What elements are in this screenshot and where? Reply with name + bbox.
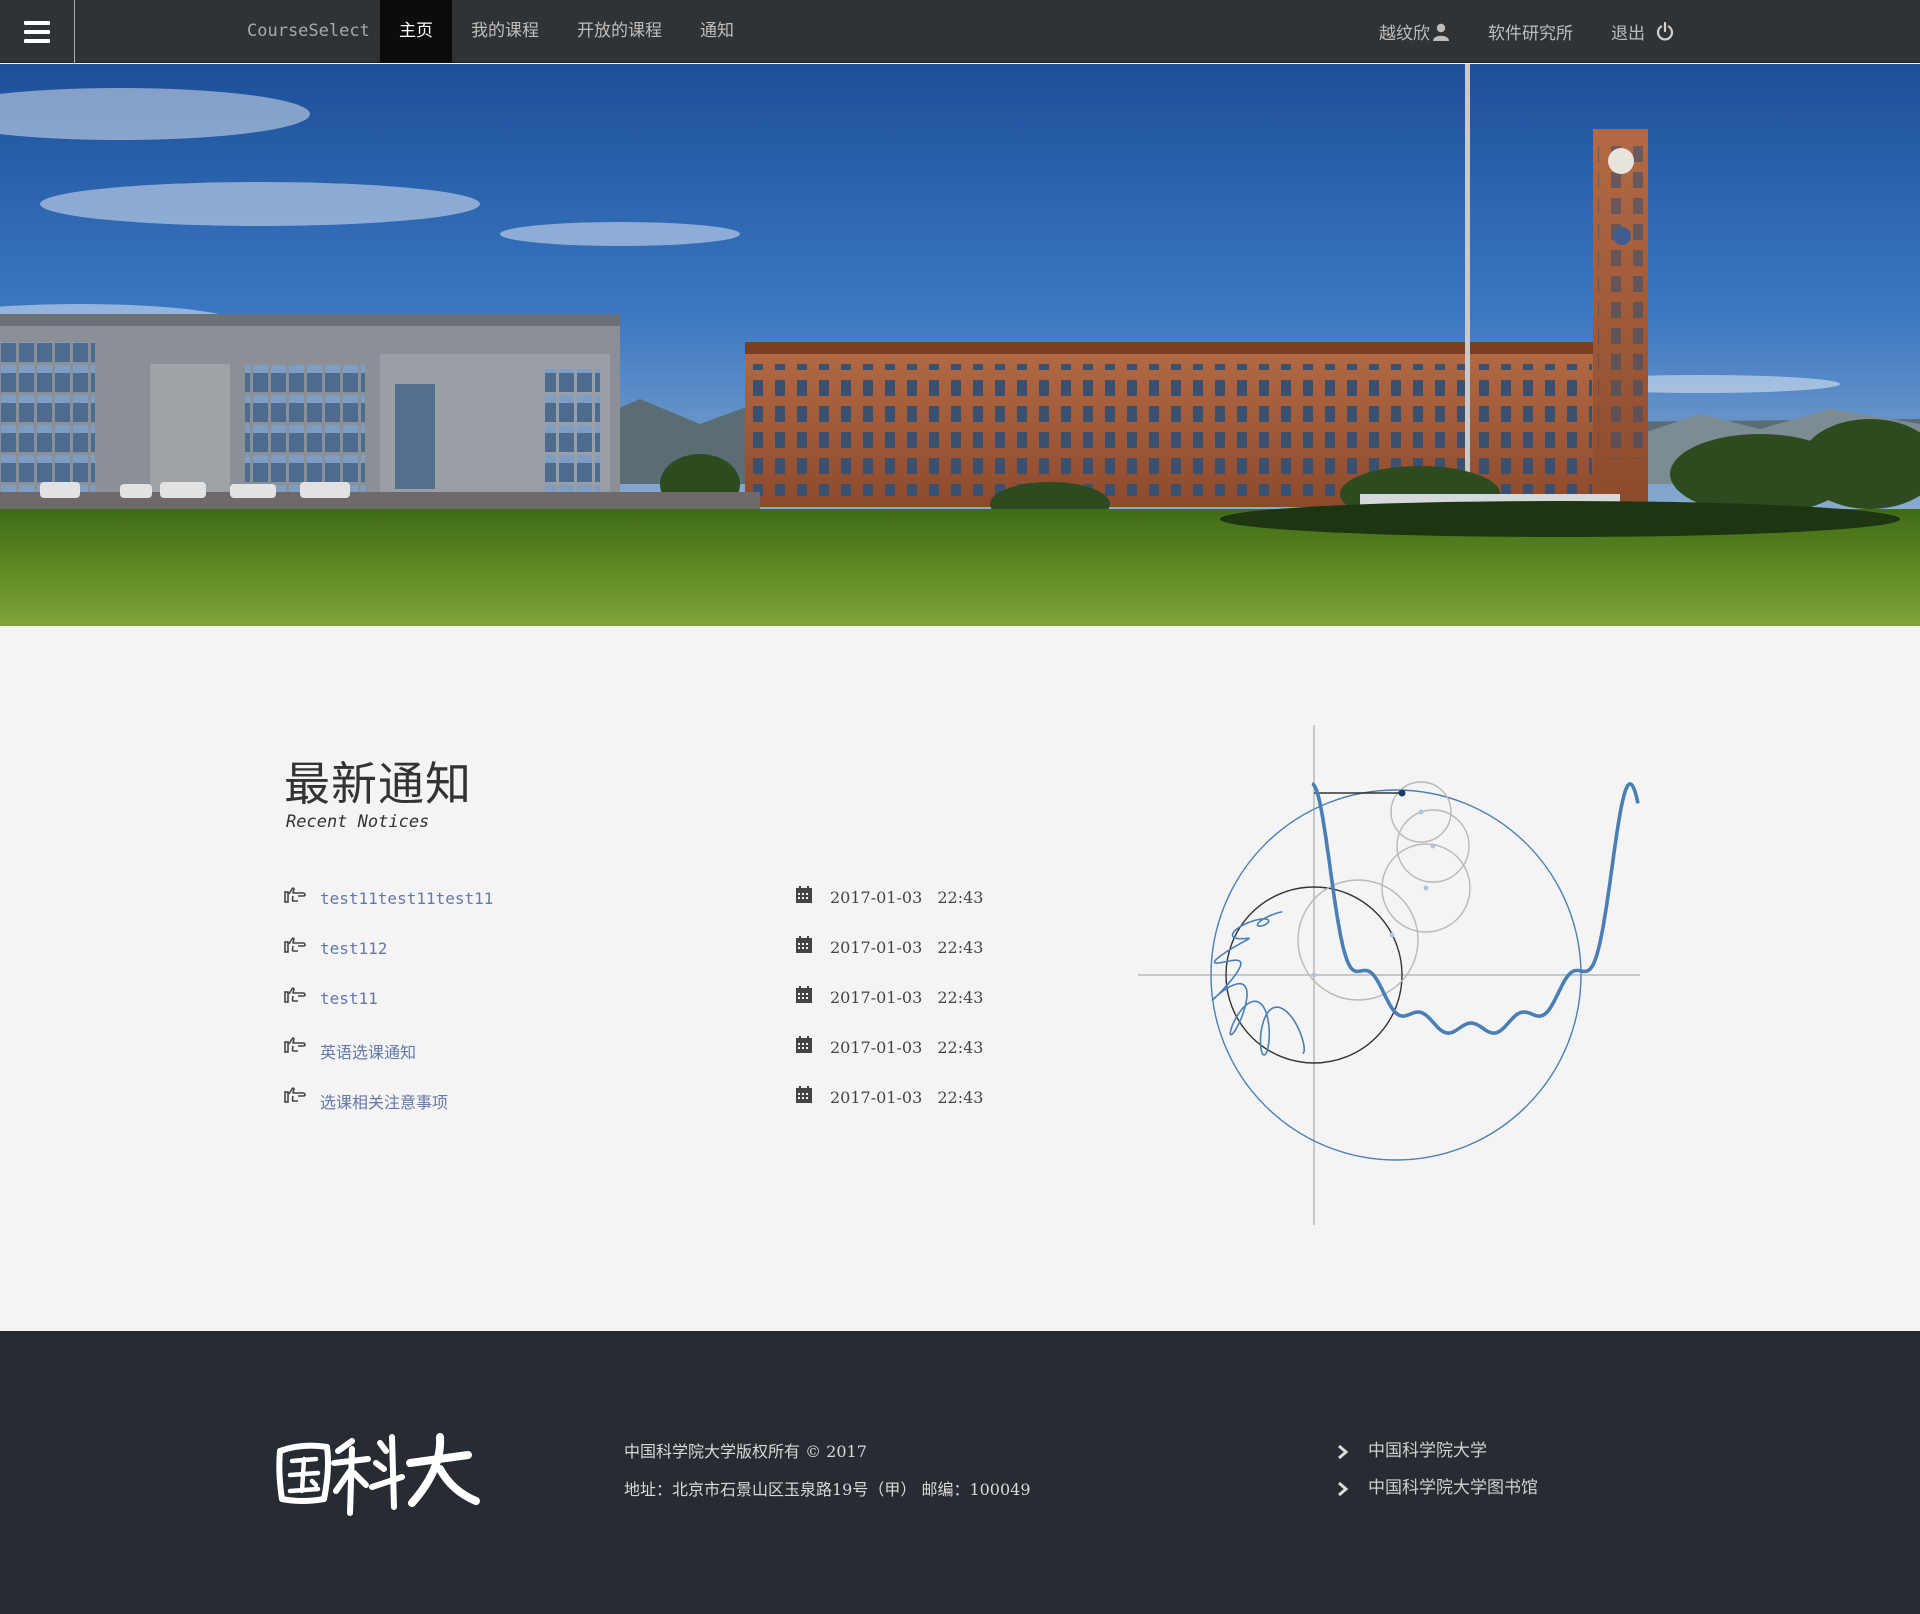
- institute-link[interactable]: 软件研究所: [1469, 19, 1592, 44]
- hamburger-icon[interactable]: [0, 0, 75, 63]
- nav-home[interactable]: 主页: [380, 0, 452, 63]
- top-navbar: CourseSelect 主页 我的课程 开放的课程 通知 越纹欣 软件研究所 …: [0, 0, 1920, 63]
- notice-title-link[interactable]: test11: [320, 989, 378, 1008]
- hand-point-right-icon: [284, 1037, 306, 1053]
- calendar-icon: [796, 1036, 812, 1053]
- notice-title-link[interactable]: 选课相关注意事项: [320, 1089, 448, 1113]
- footer-link-label: 中国科学院大学图书馆: [1368, 1478, 1538, 1498]
- footer-link-label: 中国科学院大学: [1368, 1441, 1487, 1461]
- page-footer: 中国科学院大学版权所有 © 2017 地址：北京市石景山区玉泉路19号（甲） 邮…: [0, 1331, 1920, 1614]
- notice-date: 2017-01-03 22:43: [830, 888, 984, 907]
- logout-label: 退出: [1611, 24, 1645, 44]
- hand-point-right-icon: [284, 937, 306, 953]
- notice-date: 2017-01-03 22:43: [830, 988, 984, 1007]
- fourier-wave: [1311, 782, 1640, 1035]
- nav-my-courses[interactable]: 我的课程: [452, 0, 558, 63]
- hand-point-right-icon: [284, 887, 306, 903]
- trace-point: [1398, 789, 1406, 797]
- calendar-icon: [796, 936, 812, 953]
- hand-point-right-icon: [284, 987, 306, 1003]
- copyright-text: 中国科学院大学版权所有 © 2017: [624, 1442, 867, 1461]
- footer-link-library[interactable]: 中国科学院大学图书馆: [1336, 1470, 1538, 1507]
- user-menu[interactable]: 越纹欣: [1360, 19, 1469, 44]
- footer-info: 中国科学院大学版权所有 © 2017 地址：北京市石景山区玉泉路19号（甲） 邮…: [624, 1433, 1031, 1509]
- power-icon: [1656, 21, 1674, 40]
- notices-subheading: Recent Notices: [286, 812, 430, 832]
- nav-open-courses[interactable]: 开放的课程: [558, 0, 681, 63]
- notice-date: 2017-01-03 22:43: [830, 938, 984, 957]
- notice-date: 2017-01-03 22:43: [830, 1038, 984, 1057]
- fourier-series-animation: [1138, 725, 1640, 1225]
- notice-item: test112 2017-01-03 22:43: [284, 930, 1044, 980]
- notice-title-link[interactable]: test112: [320, 939, 387, 958]
- notice-item: 选课相关注意事项 2017-01-03 22:43: [284, 1080, 1044, 1130]
- chevron-right-icon: [1338, 1481, 1349, 1496]
- footer-link-ucas[interactable]: 中国科学院大学: [1336, 1433, 1538, 1470]
- footer-links: 中国科学院大学 中国科学院大学图书馆: [1336, 1433, 1538, 1507]
- calendar-icon: [796, 986, 812, 1003]
- campus-banner: [0, 64, 1920, 626]
- calendar-icon: [796, 886, 812, 903]
- notice-item: 英语选课通知 2017-01-03 22:43: [284, 1030, 1044, 1080]
- notice-title-link[interactable]: 英语选课通知: [320, 1039, 416, 1063]
- notice-title-link[interactable]: test11test11test11: [320, 889, 493, 908]
- ucas-logo: [276, 1433, 480, 1516]
- calendar-icon: [796, 1086, 812, 1103]
- notice-date: 2017-01-03 22:43: [830, 1088, 984, 1107]
- notices-heading: 最新通知: [284, 757, 472, 811]
- logout-button[interactable]: 退出: [1592, 19, 1696, 44]
- notice-item: test11 2017-01-03 22:43: [284, 980, 1044, 1030]
- brand-link[interactable]: CourseSelect: [247, 0, 370, 63]
- campus-banner-image: [0, 64, 1920, 626]
- notice-item: test11test11test11 2017-01-03 22:43: [284, 880, 1044, 930]
- chevron-right-icon: [1338, 1444, 1349, 1459]
- user-nav: 越纹欣 软件研究所 退出: [1360, 0, 1696, 63]
- notice-list: test11test11test11 2017-01-03 22:43 test…: [284, 880, 1044, 1130]
- user-name: 越纹欣: [1379, 24, 1430, 44]
- nav-notices[interactable]: 通知: [681, 0, 753, 63]
- user-icon: [1433, 23, 1449, 41]
- hand-point-right-icon: [284, 1087, 306, 1103]
- main-nav: 主页 我的课程 开放的课程 通知: [380, 0, 753, 63]
- address-text: 地址：北京市石景山区玉泉路19号（甲） 邮编：100049: [624, 1480, 1031, 1499]
